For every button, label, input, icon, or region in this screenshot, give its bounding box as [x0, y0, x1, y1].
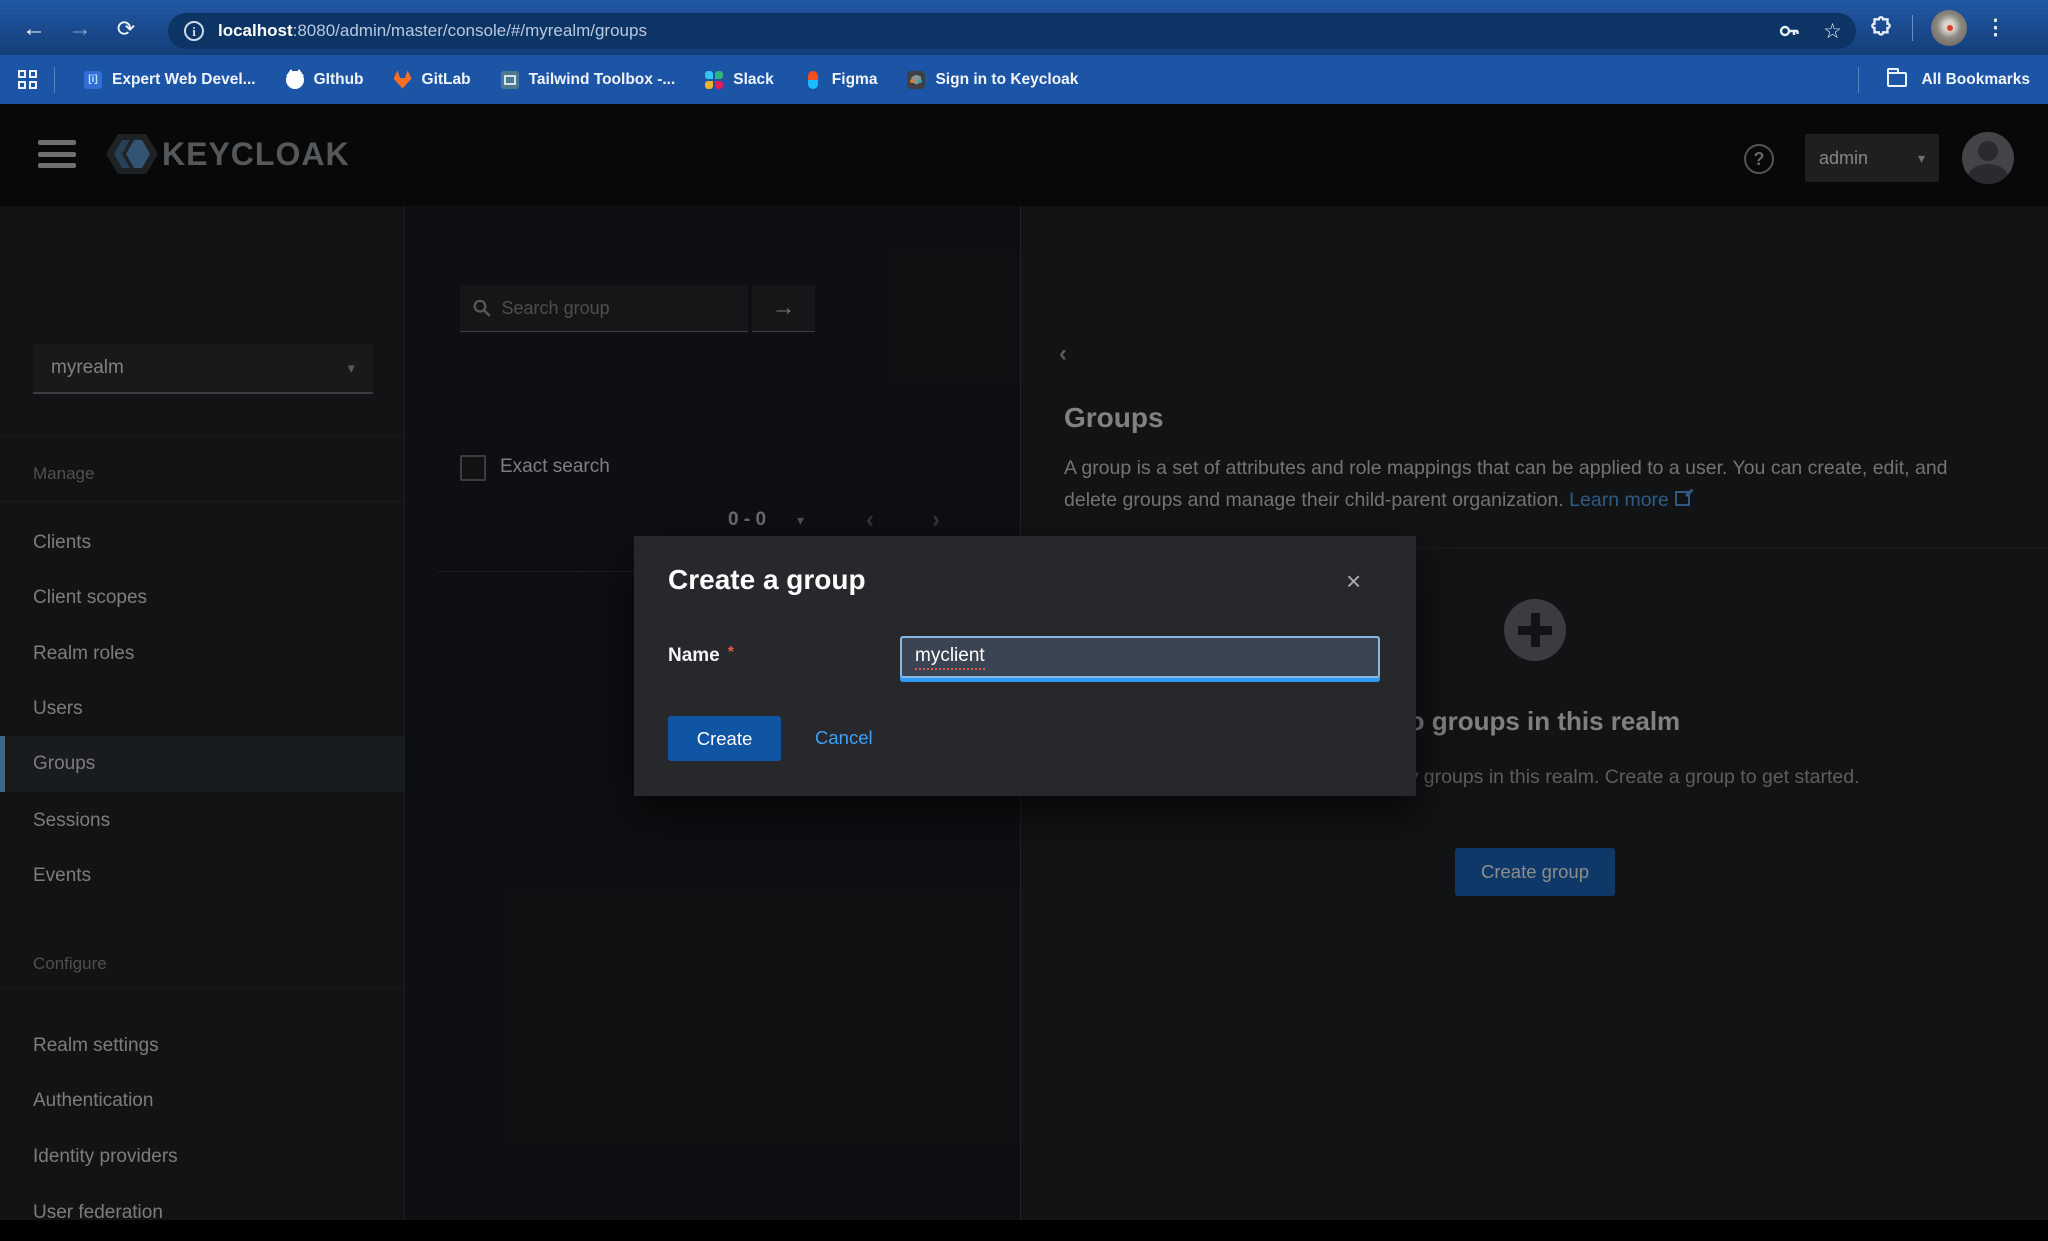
browser-menu-icon[interactable]: ⋮	[1985, 17, 2006, 38]
bookmark-figma[interactable]: Figma	[804, 71, 878, 89]
bookmark-star-icon[interactable]: ☆	[1823, 21, 1842, 42]
reload-icon[interactable]: ⟳	[112, 16, 140, 44]
bookmarks-separator	[54, 67, 55, 93]
close-icon[interactable]: ×	[1346, 566, 1361, 597]
modal-create-button[interactable]: Create	[668, 716, 781, 761]
modal-cancel-link[interactable]: Cancel	[815, 727, 873, 749]
create-group-modal: Create a group × Name* myclient Create C…	[634, 536, 1416, 796]
bookmarks-separator	[1858, 67, 1859, 93]
back-icon[interactable]: ←	[20, 16, 48, 44]
url-host: localhost	[218, 21, 293, 40]
extensions-icon[interactable]	[1868, 15, 1894, 41]
browser-toolbar: ← → ⟳ i localhost:8080/admin/master/cons…	[0, 0, 2048, 55]
bookmark-github[interactable]: GIthub	[286, 71, 364, 89]
url-path: :8080/admin/master/console/#/myrealm/gro…	[293, 21, 647, 40]
group-name-value: myclient	[915, 644, 985, 670]
bookmark-expert-web[interactable]: [i]Expert Web Devel...	[84, 71, 256, 89]
apps-grid-icon[interactable]	[18, 70, 38, 90]
forward-icon[interactable]: →	[66, 16, 94, 44]
bookmark-gitlab[interactable]: GitLab	[394, 71, 471, 89]
expert-web-favicon: [i]	[84, 71, 102, 89]
slack-favicon	[705, 71, 723, 89]
required-asterisk: *	[728, 644, 734, 661]
browser-profile-avatar[interactable]	[1931, 10, 1967, 46]
bookmarks-bar: [i]Expert Web Devel... GIthub GitLab Tai…	[0, 55, 2048, 104]
github-favicon	[286, 71, 304, 89]
address-bar[interactable]: i localhost:8080/admin/master/console/#/…	[168, 13, 1856, 49]
all-bookmarks-folder-icon	[1887, 72, 1907, 87]
toolbar-separator	[1912, 15, 1913, 41]
keycloak-favicon	[907, 71, 925, 89]
name-label: Name*	[668, 644, 734, 667]
modal-title: Create a group	[668, 564, 866, 596]
all-bookmarks-label[interactable]: All Bookmarks	[1921, 71, 2030, 89]
gitlab-favicon	[394, 71, 412, 89]
bookmark-slack[interactable]: Slack	[705, 71, 774, 89]
tailwind-favicon	[501, 71, 519, 89]
passwords-key-icon[interactable]	[1777, 19, 1801, 43]
site-info-icon[interactable]: i	[184, 21, 204, 41]
figma-favicon	[804, 71, 822, 89]
bookmark-keycloak[interactable]: Sign in to Keycloak	[907, 71, 1078, 89]
bookmark-tailwind[interactable]: Tailwind Toolbox -...	[501, 71, 676, 89]
group-name-input[interactable]: myclient	[900, 636, 1380, 678]
url-text[interactable]: localhost:8080/admin/master/console/#/my…	[218, 21, 647, 41]
